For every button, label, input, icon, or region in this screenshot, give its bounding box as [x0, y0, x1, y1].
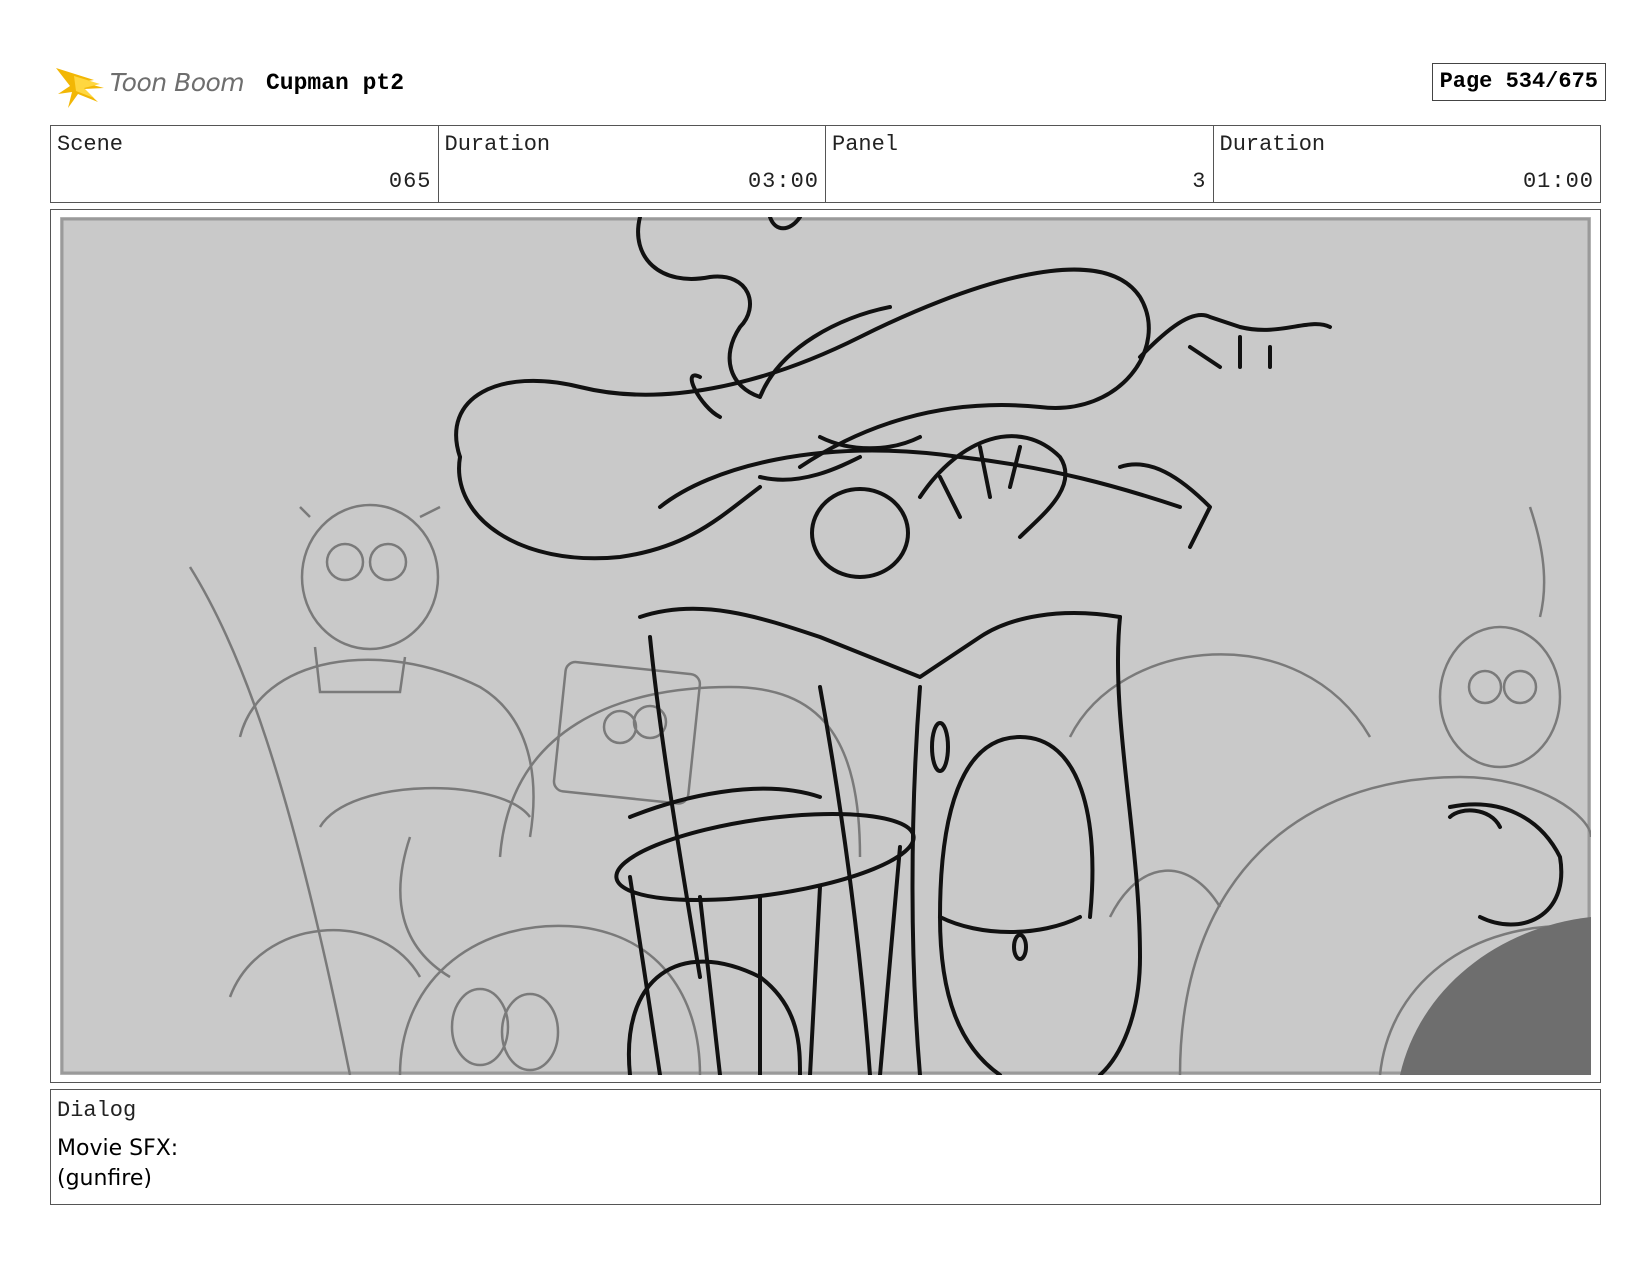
dialog-line: Movie SFX: — [57, 1136, 179, 1161]
panel-duration-cell: Duration 01:00 — [1214, 126, 1601, 202]
panel-duration-label: Duration — [1219, 132, 1326, 157]
scene-duration-cell: Duration 03:00 — [439, 126, 826, 202]
scene-info-row: Scene 065 Duration 03:00 Panel 3 Duratio… — [50, 125, 1601, 203]
panel-label: Panel — [832, 132, 899, 157]
toon-boom-logo: Toon Boom — [54, 58, 254, 110]
storyboard-sketch-image — [60, 217, 1591, 1075]
dialog-box: Dialog Movie SFX: (gunfire) — [50, 1089, 1601, 1205]
scene-duration-label: Duration — [444, 132, 551, 157]
logo-text: Toon Boom — [110, 68, 245, 97]
dialog-label: Dialog — [57, 1098, 137, 1123]
page-number-badge: Page 534/675 — [1431, 63, 1606, 101]
storyboard-panel-frame — [50, 209, 1601, 1083]
panel-duration-value: 01:00 — [1522, 169, 1594, 194]
dialog-text: Movie SFX: (gunfire) — [57, 1134, 178, 1194]
scene-label: Scene — [57, 132, 124, 157]
sketch-illustration — [60, 217, 1591, 1075]
scene-cell: Scene 065 — [51, 126, 439, 202]
scene-value: 065 — [388, 169, 432, 194]
flame-icon — [56, 68, 104, 108]
scene-duration-value: 03:00 — [747, 169, 819, 194]
panel-value: 3 — [1192, 169, 1207, 194]
page-header: Toon Boom Cupman pt2 Page 534/675 — [54, 58, 1606, 110]
project-title: Cupman pt2 — [266, 70, 405, 96]
dialog-line: (gunfire) — [57, 1166, 152, 1191]
panel-cell: Panel 3 — [826, 126, 1214, 202]
